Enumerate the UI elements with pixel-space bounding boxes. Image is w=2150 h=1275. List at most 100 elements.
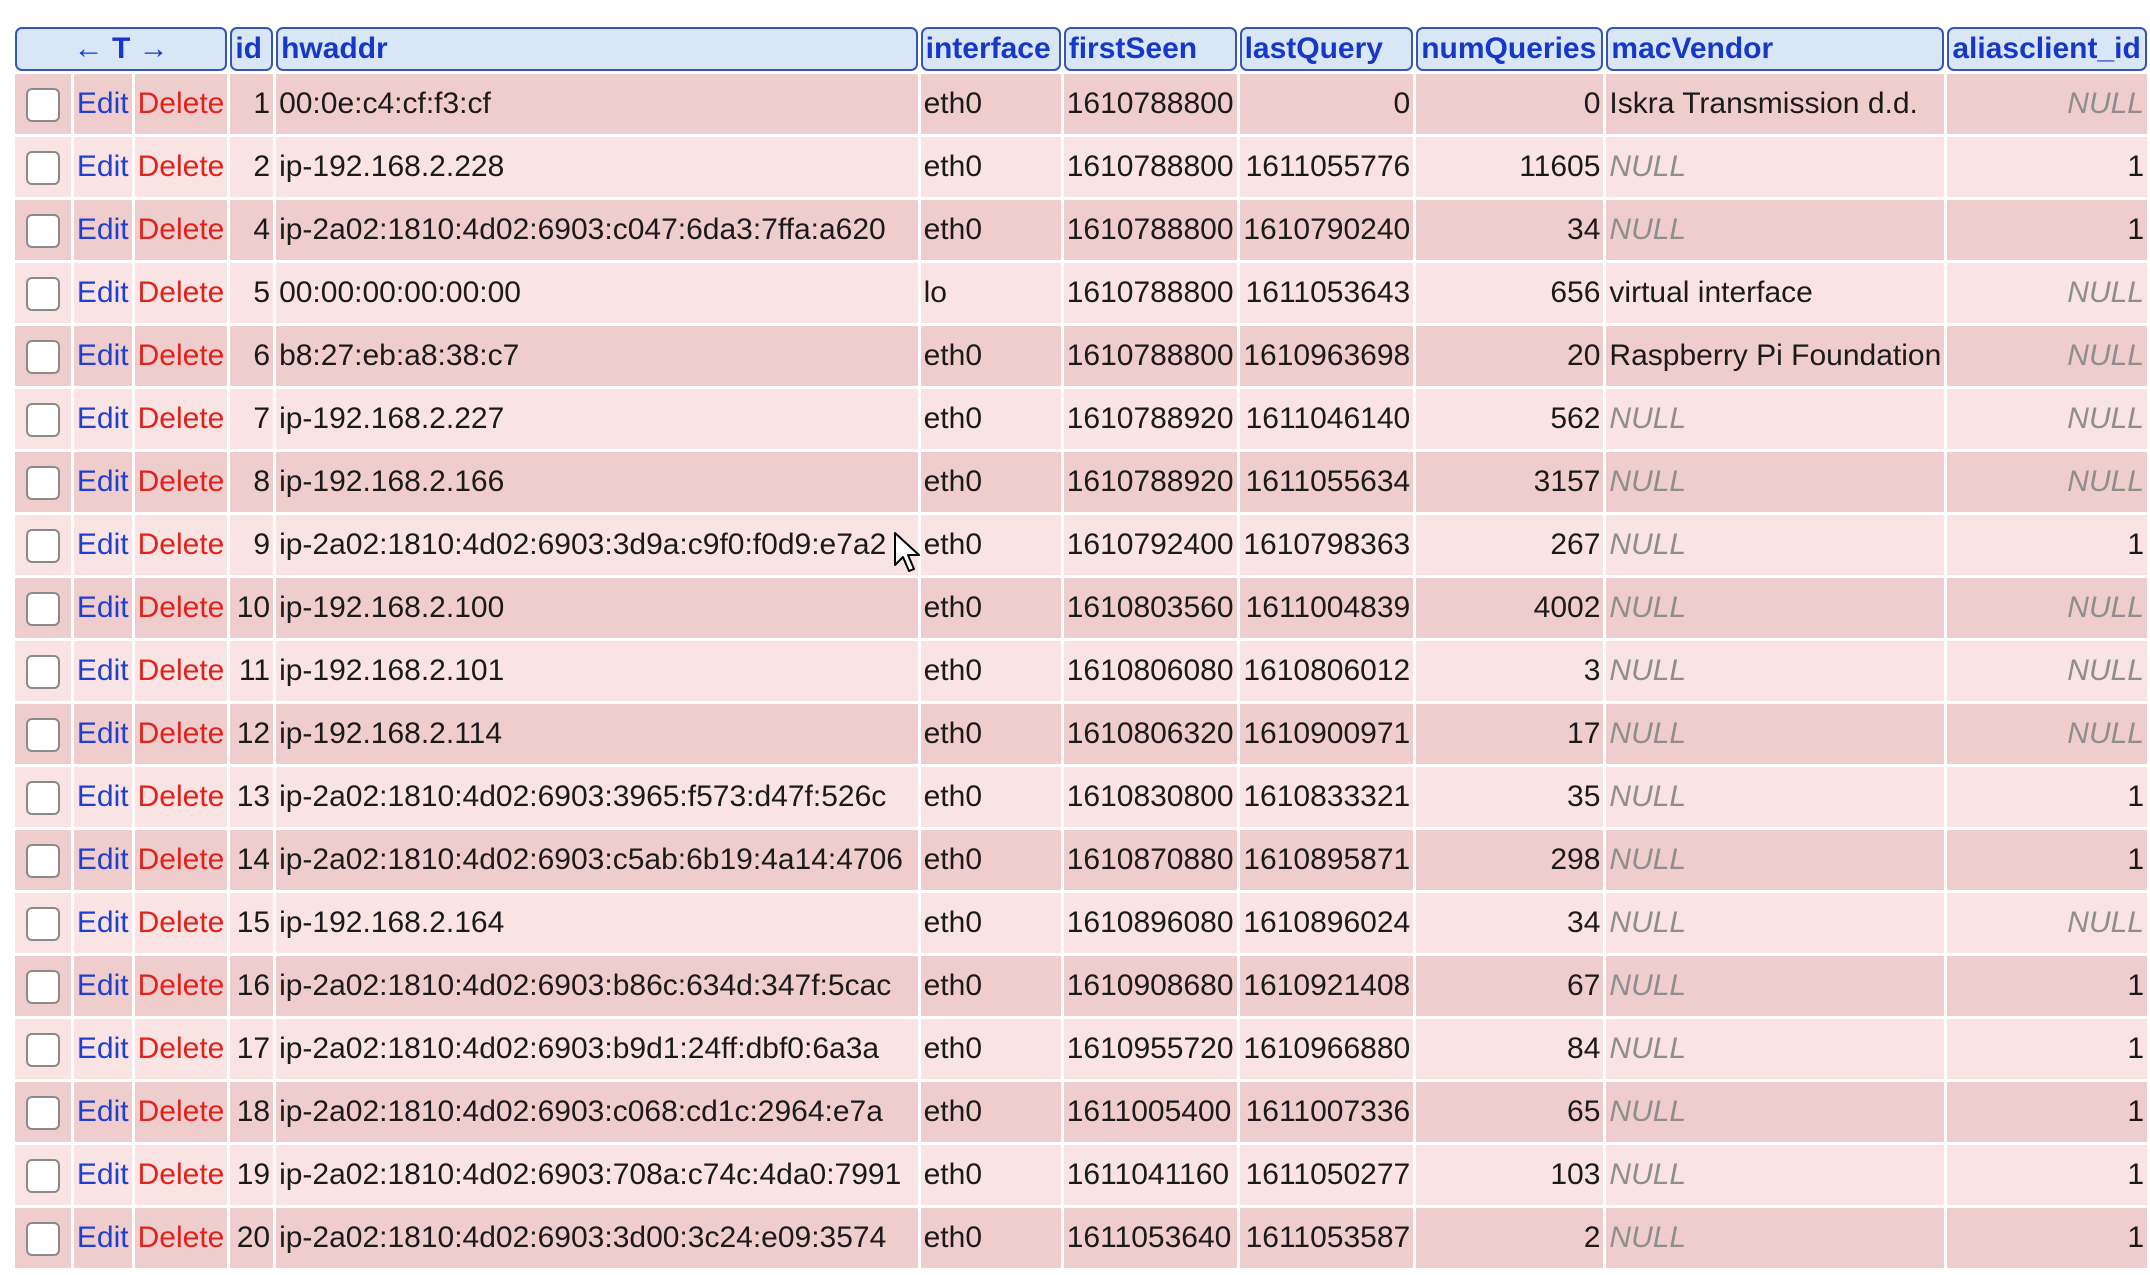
cell-lastquery: 1610798363 xyxy=(1239,515,1414,575)
delete-link[interactable]: Delete xyxy=(134,515,228,575)
delete-link[interactable]: Delete xyxy=(134,200,228,260)
table-row: Edit Delete 13 ip-2a02:1810:4d02:6903:3965:… xyxy=(15,767,2147,827)
delete-link[interactable]: Delete xyxy=(134,830,228,890)
cell-firstseen: 1610955720 xyxy=(1063,1019,1237,1079)
cell-macvendor: NULL xyxy=(1606,956,1945,1016)
edit-link[interactable]: Edit xyxy=(73,515,132,575)
row-select-checkbox[interactable] xyxy=(25,1158,60,1193)
row-select-checkbox[interactable] xyxy=(25,969,60,1004)
edit-link[interactable]: Edit xyxy=(73,1208,132,1268)
edit-link[interactable]: Edit xyxy=(73,389,132,449)
row-select-checkbox[interactable] xyxy=(25,465,60,500)
column-header-aliasclient-id[interactable]: aliasclient_id xyxy=(1947,27,2147,71)
row-select-checkbox[interactable] xyxy=(25,654,60,689)
cell-macvendor: NULL xyxy=(1606,1145,1945,1205)
delete-link[interactable]: Delete xyxy=(134,1145,228,1205)
edit-link[interactable]: Edit xyxy=(73,74,132,134)
edit-link[interactable]: Edit xyxy=(73,956,132,1016)
cell-aliasclient-id: NULL xyxy=(1947,641,2147,701)
column-header-numqueries[interactable]: numQueries xyxy=(1416,27,1604,71)
cell-firstseen: 1610806080 xyxy=(1063,641,1237,701)
edit-link[interactable]: Edit xyxy=(73,641,132,701)
edit-link[interactable]: Edit xyxy=(73,1019,132,1079)
row-select-checkbox[interactable] xyxy=(25,717,60,752)
row-select-checkbox[interactable] xyxy=(25,402,60,437)
cell-aliasclient-id: NULL xyxy=(1947,326,2147,386)
column-header-interface[interactable]: interface xyxy=(920,27,1061,71)
delete-link[interactable]: Delete xyxy=(134,326,228,386)
edit-link[interactable]: Edit xyxy=(73,830,132,890)
edit-link[interactable]: Edit xyxy=(73,137,132,197)
delete-link[interactable]: Delete xyxy=(134,263,228,323)
cell-lastquery: 1610896024 xyxy=(1239,893,1414,953)
edit-link[interactable]: Edit xyxy=(73,452,132,512)
delete-link[interactable]: Delete xyxy=(134,578,228,638)
cell-id: 14 xyxy=(230,830,274,890)
row-select-checkbox[interactable] xyxy=(25,780,60,815)
delete-link[interactable]: Delete xyxy=(134,74,228,134)
cell-aliasclient-id: 1 xyxy=(1947,1019,2147,1079)
cell-aliasclient-id: NULL xyxy=(1947,578,2147,638)
cell-macvendor: NULL xyxy=(1606,893,1945,953)
delete-link[interactable]: Delete xyxy=(134,452,228,512)
cell-lastquery: 0 xyxy=(1239,74,1414,134)
cell-firstseen: 1611053640 xyxy=(1063,1208,1237,1268)
row-select-checkbox[interactable] xyxy=(25,150,60,185)
cell-firstseen: 1610788800 xyxy=(1063,200,1237,260)
delete-link[interactable]: Delete xyxy=(134,893,228,953)
edit-link[interactable]: Edit xyxy=(73,1145,132,1205)
row-select-checkbox[interactable] xyxy=(25,1032,60,1067)
edit-link[interactable]: Edit xyxy=(73,704,132,764)
table-row: Edit Delete 5 00:00:00:00:00:00 lo 1610788800… xyxy=(15,263,2147,323)
edit-link[interactable]: Edit xyxy=(73,326,132,386)
column-header-hwaddr[interactable]: hwaddr xyxy=(276,27,918,71)
cell-lastquery: 1611007336 xyxy=(1239,1082,1414,1142)
row-select-cell xyxy=(15,830,71,890)
row-select-cell xyxy=(15,893,71,953)
row-select-checkbox[interactable] xyxy=(25,276,60,311)
row-select-checkbox[interactable] xyxy=(25,843,60,878)
delete-link[interactable]: Delete xyxy=(134,641,228,701)
row-select-checkbox[interactable] xyxy=(25,339,60,374)
edit-link[interactable]: Edit xyxy=(73,200,132,260)
cell-numqueries: 3 xyxy=(1416,641,1604,701)
edit-link[interactable]: Edit xyxy=(73,893,132,953)
delete-link[interactable]: Delete xyxy=(134,389,228,449)
column-header-firstseen[interactable]: firstSeen xyxy=(1063,27,1237,71)
delete-link[interactable]: Delete xyxy=(134,956,228,1016)
cell-interface: eth0 xyxy=(920,1082,1061,1142)
edit-link[interactable]: Edit xyxy=(73,1082,132,1142)
cell-firstseen: 1610806320 xyxy=(1063,704,1237,764)
cell-macvendor: Iskra Transmission d.d. xyxy=(1606,74,1945,134)
row-select-checkbox[interactable] xyxy=(25,906,60,941)
column-nav-arrows[interactable]: ← T → xyxy=(15,27,228,71)
cell-aliasclient-id: 1 xyxy=(1947,830,2147,890)
row-select-checkbox[interactable] xyxy=(25,213,60,248)
row-select-checkbox[interactable] xyxy=(25,1095,60,1130)
results-table: ← T → id hwaddr interface firstSeen last… xyxy=(12,24,2150,1271)
cell-lastquery: 1611050277 xyxy=(1239,1145,1414,1205)
delete-link[interactable]: Delete xyxy=(134,767,228,827)
column-header-id[interactable]: id xyxy=(230,27,274,71)
cell-numqueries: 84 xyxy=(1416,1019,1604,1079)
cell-aliasclient-id: NULL xyxy=(1947,893,2147,953)
row-select-checkbox[interactable] xyxy=(25,87,60,122)
table-row: Edit Delete 20 ip-2a02:1810:4d02:6903:3d00:… xyxy=(15,1208,2147,1268)
edit-link[interactable]: Edit xyxy=(73,263,132,323)
cell-id: 12 xyxy=(230,704,274,764)
column-header-macvendor[interactable]: macVendor xyxy=(1606,27,1945,71)
row-select-checkbox[interactable] xyxy=(25,591,60,626)
cell-hwaddr: ip-2a02:1810:4d02:6903:3965:f573:d47f:52… xyxy=(276,767,918,827)
delete-link[interactable]: Delete xyxy=(134,137,228,197)
delete-link[interactable]: Delete xyxy=(134,1082,228,1142)
delete-link[interactable]: Delete xyxy=(134,1019,228,1079)
row-select-cell xyxy=(15,956,71,1016)
cell-interface: lo xyxy=(920,263,1061,323)
row-select-checkbox[interactable] xyxy=(25,528,60,563)
edit-link[interactable]: Edit xyxy=(73,578,132,638)
column-header-lastquery[interactable]: lastQuery xyxy=(1239,27,1414,71)
edit-link[interactable]: Edit xyxy=(73,767,132,827)
delete-link[interactable]: Delete xyxy=(134,1208,228,1268)
row-select-checkbox[interactable] xyxy=(25,1221,60,1256)
delete-link[interactable]: Delete xyxy=(134,704,228,764)
